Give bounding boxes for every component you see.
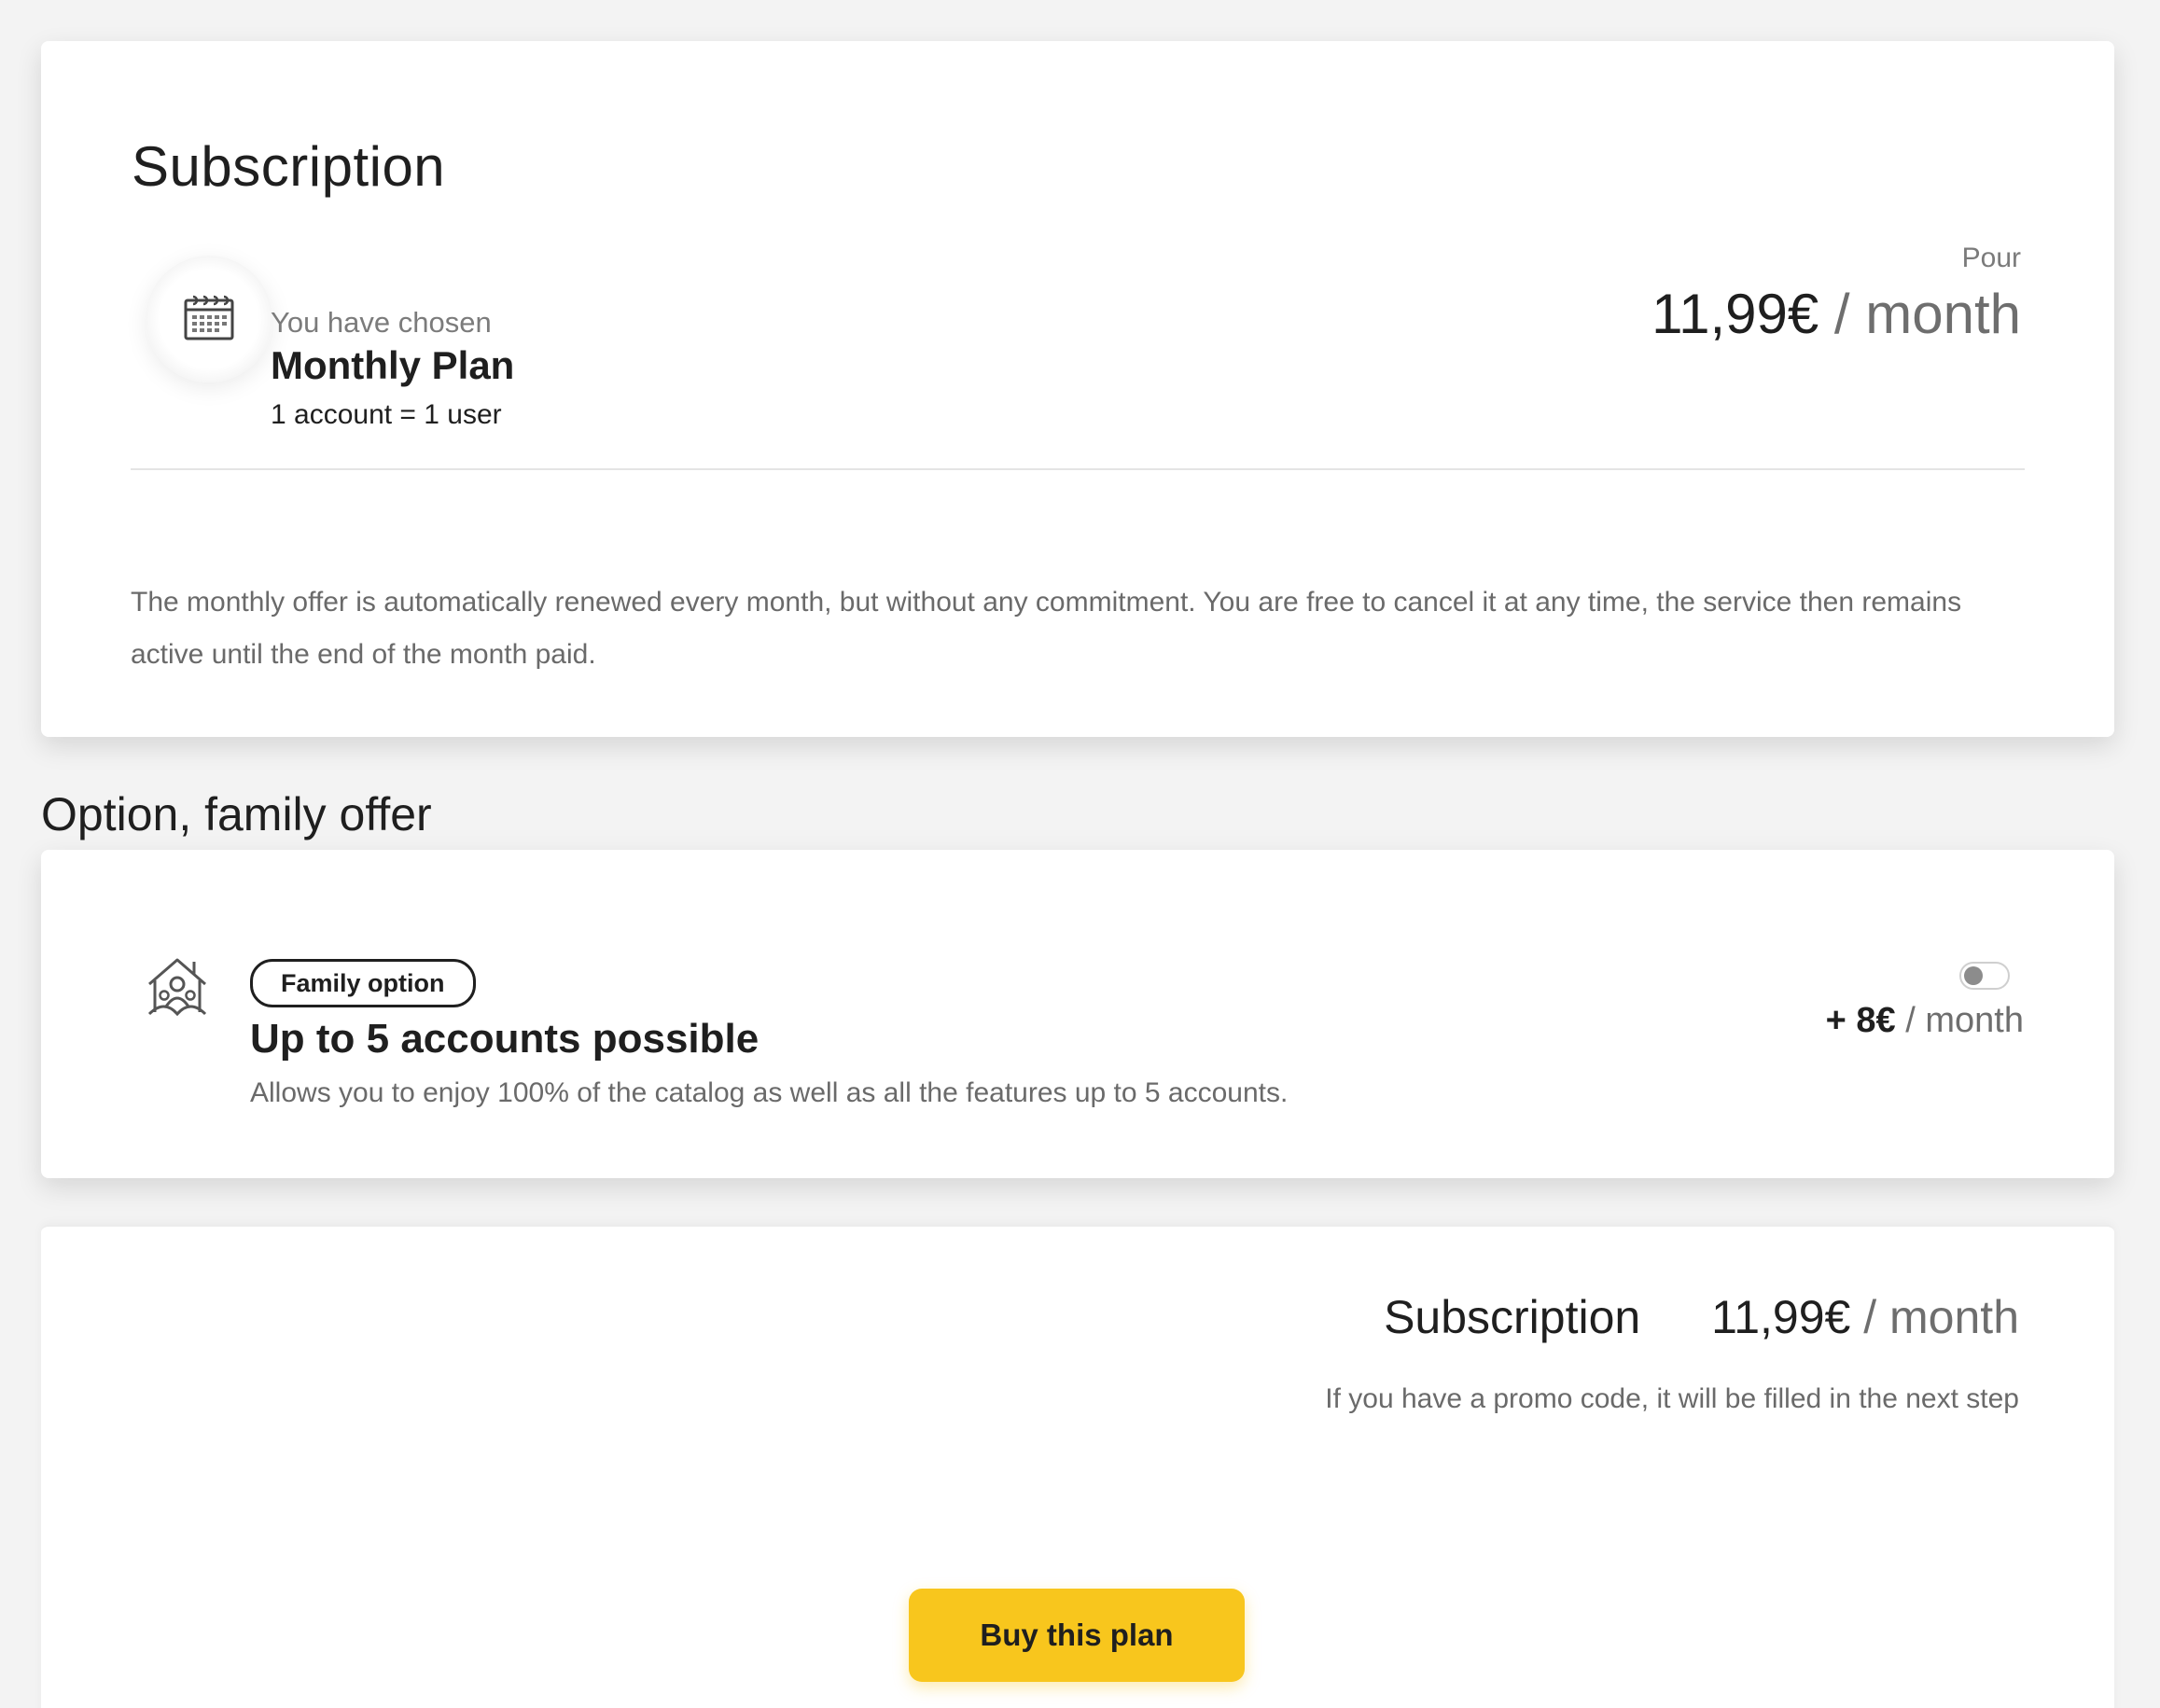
plan-description: The monthly offer is automatically renew…	[131, 587, 1962, 670]
buy-plan-button[interactable]: Buy this plan	[909, 1589, 1245, 1682]
family-section-title: Option, family offer	[41, 788, 432, 840]
plan-price-amount: 11,99€	[1651, 283, 1819, 345]
plan-price: 11,99€ / month	[1651, 282, 2021, 346]
summary-price-amount: 11,99€	[1711, 1291, 1851, 1343]
subscription-page: Subscription You have chosen Monthly Pla…	[0, 0, 2160, 1708]
subscription-title: Subscription	[132, 135, 446, 198]
family-option-badge: Family option	[250, 959, 476, 1007]
family-headline: Up to 5 accounts possible	[250, 1016, 759, 1062]
summary-row: Subscription 11,99€ / month	[1384, 1290, 2019, 1344]
family-description: Allows you to enjoy 100% of the catalog …	[250, 1077, 1289, 1108]
divider	[131, 468, 2025, 470]
toggle-knob	[1964, 966, 1983, 985]
summary-card: Subscription 11,99€ / month If you have …	[41, 1225, 2114, 1708]
summary-label: Subscription	[1384, 1291, 1641, 1343]
plan-price-period: / month	[1833, 283, 2021, 345]
price-prefix: Pour	[1961, 243, 2021, 273]
plan-name: Monthly Plan	[271, 343, 515, 387]
family-option-toggle[interactable]	[1959, 962, 2010, 990]
summary-price-period: / month	[1863, 1291, 2019, 1343]
plan-icon-container	[146, 256, 272, 382]
family-price-period: / month	[1905, 1001, 2024, 1040]
plan-note: 1 account = 1 user	[271, 399, 502, 430]
family-option-card: Family option Up to 5 accounts possible …	[41, 850, 2114, 1178]
calendar-icon	[184, 295, 234, 340]
family-price-amount: + 8€	[1825, 1001, 1896, 1040]
family-house-icon	[147, 958, 207, 1017]
promo-note: If you have a promo code, it will be fil…	[1325, 1383, 2019, 1414]
chosen-label: You have chosen	[271, 306, 492, 339]
family-price: + 8€ / month	[1826, 1001, 2024, 1041]
subscription-card: Subscription You have chosen Monthly Pla…	[41, 41, 2114, 737]
